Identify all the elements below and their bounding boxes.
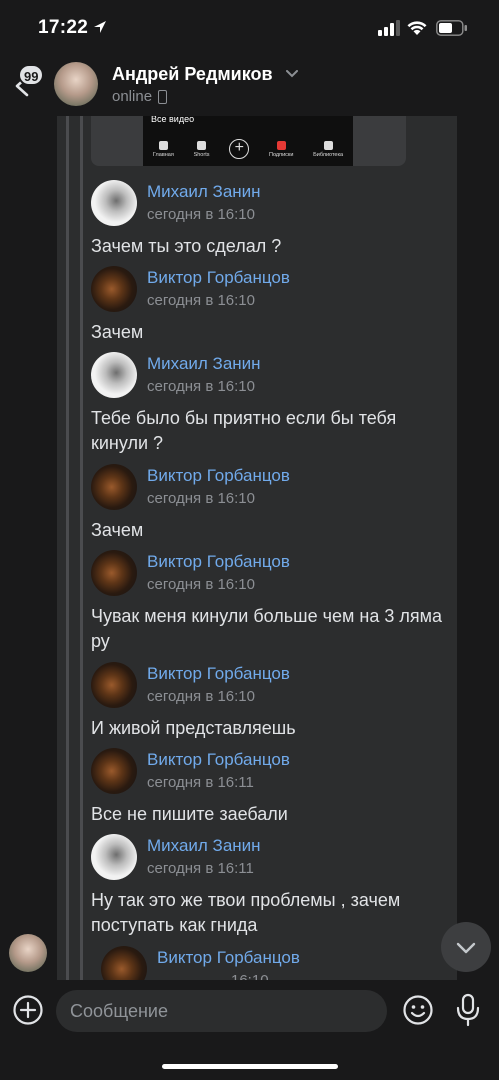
nested-forward-indicator-bar <box>80 116 83 980</box>
author-avatar[interactable] <box>91 266 137 312</box>
mobile-device-icon <box>158 90 167 104</box>
screenshot-nav-home: Главная <box>153 140 174 158</box>
message-text: Тебе было бы приятно если бы тебя кинули… <box>91 408 397 453</box>
chevron-down-icon <box>456 942 476 954</box>
author-name[interactable]: Виктор Горбанцов <box>147 552 290 572</box>
author-name[interactable]: Виктор Горбанцов <box>157 948 300 968</box>
author-avatar[interactable] <box>91 550 137 596</box>
author-avatar[interactable] <box>91 180 137 226</box>
home-icon <box>158 140 168 150</box>
message-time: сегодня в 16:10 <box>147 688 255 705</box>
message-time: сегодня в 16:11 <box>147 774 254 791</box>
microphone-icon[interactable] <box>454 993 482 1027</box>
author-avatar[interactable] <box>91 352 137 398</box>
message-list[interactable]: Все видео Главная Shorts + Подписки Библ… <box>0 116 499 980</box>
plus-circle-icon: + <box>229 139 250 159</box>
chat-header: 99 Андрей Редмиков online <box>0 56 499 118</box>
message-time: сегодня в 16:10 <box>147 292 255 309</box>
chevron-down-icon[interactable] <box>286 70 298 78</box>
unread-count-badge[interactable]: 99 <box>18 64 45 86</box>
subscriptions-icon <box>276 140 286 150</box>
message-time: сегодня в 16:10 <box>147 490 255 507</box>
message-time: сегодня в 16:10 <box>147 576 255 593</box>
battery-icon <box>436 20 467 36</box>
message-time: сегодня в 16:10 <box>147 378 255 395</box>
message-text: И живой представляешь <box>91 718 296 738</box>
status-bar: 17:22 <box>0 0 499 56</box>
location-arrow-icon <box>94 21 106 33</box>
screenshot-nav-bar: Главная Shorts + Подписки Библиотека <box>143 132 353 166</box>
message-text: Зачем <box>91 322 144 342</box>
shorts-icon <box>197 140 207 150</box>
wifi-icon <box>407 21 427 35</box>
message-composer <box>0 980 499 1080</box>
author-avatar[interactable] <box>91 748 137 794</box>
author-avatar[interactable] <box>91 662 137 708</box>
author-name[interactable]: Михаил Занин <box>147 354 261 374</box>
cellular-signal-icon <box>378 20 400 36</box>
attach-plus-icon[interactable] <box>12 994 44 1026</box>
screenshot-nav-create: + <box>229 139 250 159</box>
message-text: Все не пишите заебали <box>91 804 288 824</box>
author-name[interactable]: Михаил Занин <box>147 836 261 856</box>
message-text: Чувак меня кинули больше чем на 3 ляма р… <box>91 606 442 651</box>
emoji-icon[interactable] <box>402 994 434 1026</box>
author-avatar[interactable] <box>91 834 137 880</box>
author-name[interactable]: Виктор Горбанцов <box>147 268 290 288</box>
screenshot-image: Все видео Главная Shorts + Подписки Библ… <box>143 116 353 166</box>
contact-name[interactable]: Андрей Редмиков <box>112 64 273 85</box>
scroll-to-bottom-button[interactable] <box>441 922 491 972</box>
contact-avatar[interactable] <box>54 62 98 106</box>
screenshot-title: Все видео <box>151 116 195 124</box>
message-input[interactable] <box>56 990 387 1032</box>
forward-indicator-bar <box>66 116 69 980</box>
author-name[interactable]: Михаил Занин <box>147 182 261 202</box>
message-time: сегодня в 16:10 <box>147 206 255 223</box>
message-time: сегодня в 16:11 <box>147 860 254 877</box>
video-screenshot-attachment[interactable]: Все видео Главная Shorts + Подписки Библ… <box>91 116 406 166</box>
contact-status: online <box>112 88 153 105</box>
author-name[interactable]: Виктор Горбанцов <box>147 466 290 486</box>
library-icon <box>323 140 333 150</box>
author-name[interactable]: Виктор Горбанцов <box>147 750 290 770</box>
author-name[interactable]: Виктор Горбанцов <box>147 664 290 684</box>
screenshot-nav-library: Библиотека <box>313 140 343 158</box>
message-time: 16:10 <box>231 972 269 980</box>
screenshot-nav-subs: Подписки <box>269 140 293 158</box>
message-text: Зачем ты это сделал ? <box>91 236 282 256</box>
message-text: Ну так это же твои проблемы , зачем пост… <box>91 890 401 935</box>
message-text: Зачем <box>91 520 144 540</box>
home-indicator <box>162 1064 338 1069</box>
screenshot-nav-shorts: Shorts <box>194 140 209 158</box>
status-time: 17:22 <box>38 17 89 38</box>
author-avatar[interactable] <box>91 464 137 510</box>
sender-avatar[interactable] <box>9 934 47 972</box>
